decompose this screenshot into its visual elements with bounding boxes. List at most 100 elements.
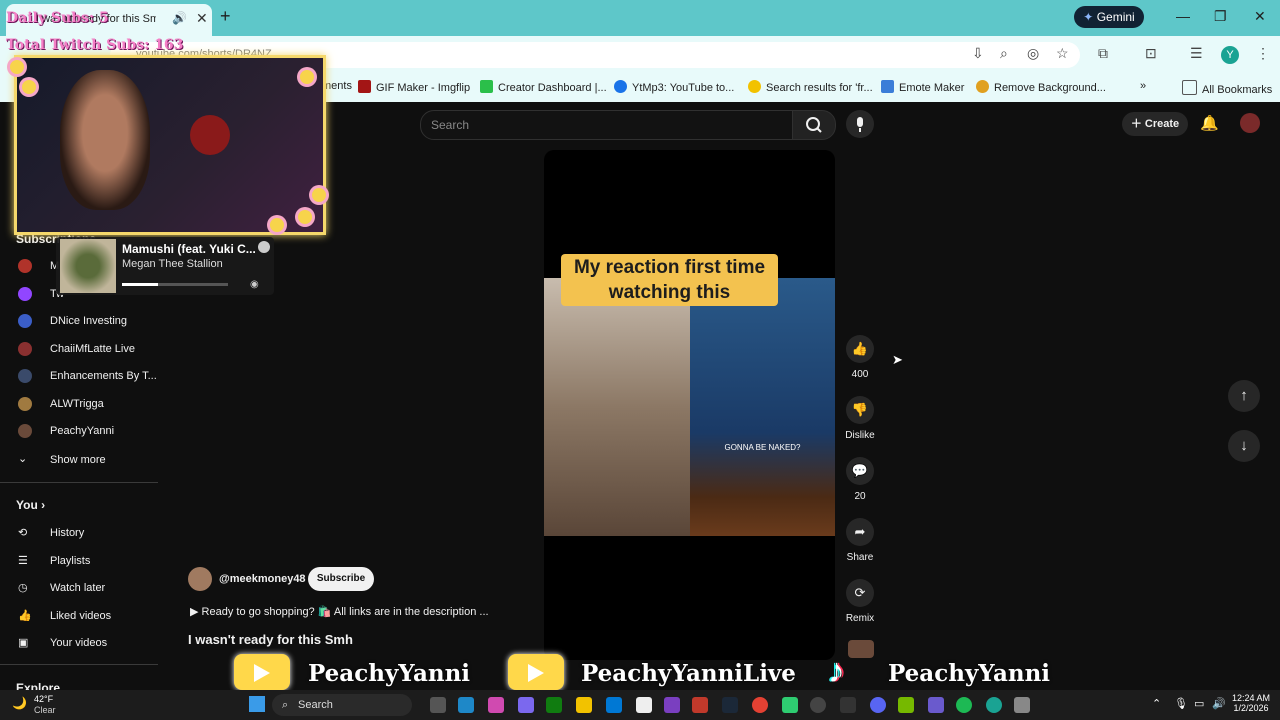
weather-condition: Clear (34, 705, 56, 715)
short-description[interactable]: ▶ Ready to go shopping? 🛍️ All links are… (190, 605, 489, 618)
sidebar-item-your-videos[interactable]: Your videos (50, 637, 107, 649)
dislike-button[interactable]: 👎 (846, 396, 874, 424)
discord-icon[interactable] (870, 697, 886, 713)
minimize-button[interactable]: — (1176, 8, 1190, 24)
taskbar-search[interactable]: Search ⌕ (272, 694, 412, 716)
chevron-down-icon[interactable]: ⌄ (18, 452, 27, 465)
bell-icon[interactable]: 🔔 (1200, 114, 1219, 132)
tab-close-icon[interactable]: ✕ (196, 10, 208, 27)
window-close-button[interactable]: ✕ (1254, 8, 1266, 25)
app-icon[interactable] (664, 697, 680, 713)
channel-avatar[interactable] (188, 567, 212, 591)
clip-subtitle: GONNA BE NAKED? (724, 443, 801, 452)
bookmark-item[interactable]: ments (322, 80, 352, 92)
taskbar-clock[interactable]: 12:24 AM 1/2/2026 (1230, 693, 1272, 713)
like-count: 400 (851, 369, 869, 380)
bookmark-item[interactable]: Emote Maker (881, 80, 964, 94)
search-button[interactable] (792, 110, 836, 140)
previous-short-button[interactable]: ↑ (1228, 380, 1260, 412)
sound-thumbnail[interactable] (848, 640, 874, 658)
chrome-icon[interactable] (752, 697, 768, 713)
copilot-icon[interactable] (488, 697, 504, 713)
flower-decoration (270, 218, 284, 232)
like-button[interactable]: 👍 (846, 335, 874, 363)
edge-icon[interactable] (458, 697, 474, 713)
install-icon[interactable]: ⇩ (972, 45, 984, 62)
you-heading[interactable]: You › (16, 498, 45, 512)
share-button[interactable]: ➦ (846, 518, 874, 546)
sidebar-subscription[interactable]: Enhancements By T... (50, 370, 157, 382)
reaction-video-frame (544, 278, 690, 536)
weather-temp[interactable]: 42°F (34, 694, 53, 704)
tab-search-icon[interactable]: ⊡ (1145, 45, 1157, 62)
bookmark-item[interactable]: YtMp3: YouTube to... (614, 80, 734, 94)
channel-name[interactable]: @meekmoney48 (219, 573, 306, 585)
user-avatar[interactable] (1240, 113, 1260, 133)
remove-bg-icon (976, 80, 989, 93)
nvidia-icon[interactable] (898, 697, 914, 713)
flower-decoration (300, 70, 314, 84)
subscribe-button[interactable]: Subscribe (308, 567, 374, 591)
bookmark-item[interactable]: Search results for 'fr... (748, 80, 873, 94)
all-bookmarks[interactable]: All Bookmarks (1182, 80, 1272, 96)
mic-button[interactable] (846, 110, 874, 138)
bookmark-item[interactable]: Remove Background... (976, 80, 1106, 94)
search-input[interactable]: Search (420, 110, 794, 140)
sidebar-subscription[interactable]: PeachyYanni (50, 425, 114, 437)
sidebar-item-history[interactable]: History (50, 527, 84, 539)
create-button[interactable]: ＋ Create (1122, 112, 1188, 136)
comments-button[interactable]: 💬 (846, 457, 874, 485)
sidebar-subscription[interactable]: ALWTrigga (50, 398, 104, 410)
channel-avatar (18, 369, 32, 383)
profile-avatar[interactable]: Y (1221, 46, 1239, 64)
eye-off-icon[interactable]: ◎ (1027, 45, 1039, 62)
gif-icon (881, 80, 894, 93)
show-more-button[interactable]: Show more (50, 454, 106, 466)
zoom-icon[interactable]: ⌕ (1000, 45, 1008, 62)
task-view-icon[interactable] (430, 697, 446, 713)
app-icon[interactable] (840, 697, 856, 713)
windows-start-icon[interactable] (249, 696, 265, 712)
store-icon[interactable] (606, 697, 622, 713)
sidebar-item-playlists[interactable]: Playlists (50, 555, 90, 567)
remix-icon: ⟳ (854, 585, 866, 600)
song-title: Mamushi (feat. Yuki C... (122, 242, 256, 256)
playlists-icon: ☰ (18, 555, 28, 567)
media-queue-icon[interactable]: ☰ (1190, 45, 1203, 62)
sidebar-item-liked-videos[interactable]: Liked videos (50, 610, 111, 622)
next-short-button[interactable]: ↓ (1228, 430, 1260, 462)
chevron-up-icon[interactable]: ⌃ (1152, 697, 1161, 710)
app-icon[interactable] (782, 697, 798, 713)
sidebar-subscription[interactable]: DNice Investing (50, 315, 127, 327)
channel-avatar (18, 342, 32, 356)
obs-icon[interactable] (810, 697, 826, 713)
steam-icon[interactable] (722, 697, 738, 713)
settings-icon[interactable] (1014, 697, 1030, 713)
menu-icon[interactable]: ⋮ (1256, 45, 1270, 62)
new-tab-button[interactable]: + (220, 6, 231, 27)
bookmark-star-icon[interactable]: ☆ (1056, 45, 1069, 62)
speaker-icon[interactable]: 🔊 (172, 11, 187, 25)
extensions-icon[interactable]: ⧉ (1098, 45, 1108, 62)
bookmark-item[interactable]: GIF Maker - Imgflip (358, 80, 470, 94)
sidebar-item-watch-later[interactable]: Watch later (50, 582, 105, 594)
app-icon[interactable] (928, 697, 944, 713)
mic-tray-icon[interactable]: 🎙 (1174, 697, 1188, 710)
xbox-icon[interactable] (546, 697, 562, 713)
remix-button[interactable]: ⟳ (846, 579, 874, 607)
gemini-button[interactable]: ✦ Gemini (1074, 6, 1144, 28)
history-icon: ⟲ (18, 527, 28, 539)
volume-icon[interactable]: 🔊 (1212, 697, 1226, 710)
teams-icon[interactable] (518, 697, 534, 713)
file-explorer-icon[interactable] (576, 697, 592, 713)
notepad-icon[interactable] (636, 697, 652, 713)
bookmark-item[interactable]: Creator Dashboard |... (480, 80, 607, 94)
chevron-right-icon: › (41, 498, 46, 512)
more-bookmarks-icon[interactable]: » (1140, 80, 1146, 92)
sidebar-subscription[interactable]: ChaiiMfLatte Live (50, 343, 135, 355)
app-icon[interactable] (692, 697, 708, 713)
display-icon[interactable]: ▭ (1194, 697, 1204, 710)
maximize-button[interactable]: ❐ (1214, 8, 1227, 25)
chrome-profile-icon[interactable] (986, 697, 1002, 713)
spotify-icon[interactable] (956, 697, 972, 713)
